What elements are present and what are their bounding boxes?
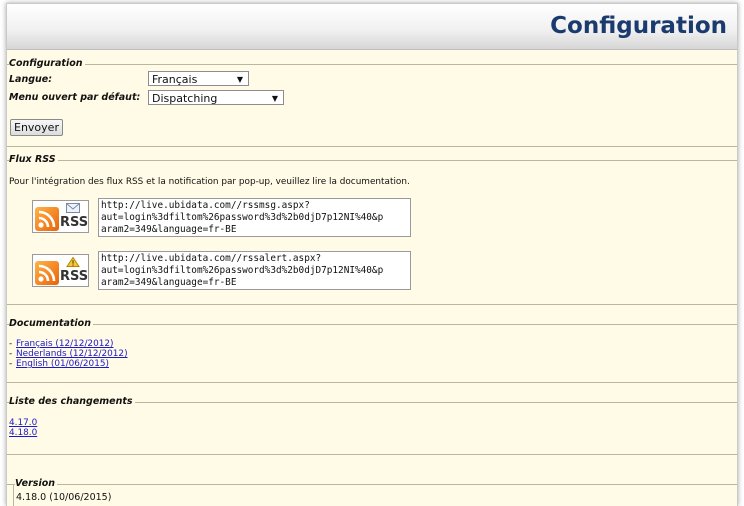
list-bullet: - xyxy=(9,339,13,349)
url-line: aut=login%3dfiltom%26password%3d%2b0djD7… xyxy=(101,265,384,276)
main-panel: Configuration Configuration Langue: Fran… xyxy=(6,3,738,506)
url-line: aram2=349&language=fr-BE xyxy=(101,224,237,235)
doc-top-border xyxy=(7,324,737,325)
language-select-value: Français xyxy=(152,73,198,86)
chevron-down-icon: ▼ xyxy=(271,94,278,103)
rss-message-url-field[interactable]: http://live.ubidata.com//rssmsg.aspx? au… xyxy=(98,198,411,237)
rss-intro: Pour l'intégration des flux RSS et la no… xyxy=(9,177,410,187)
list-bullet: - xyxy=(9,349,13,359)
version-legend: Version xyxy=(15,478,57,489)
changelog-link-4-18-0[interactable]: 4.18.0 xyxy=(9,428,37,438)
url-line: http://live.ubidata.com//rssalert.aspx? xyxy=(101,253,322,264)
url-line: aram2=349&language=fr-BE xyxy=(101,277,237,288)
rss-icon xyxy=(35,261,59,285)
alert-bell-icon xyxy=(66,257,80,267)
doc-link-english[interactable]: English (01/06/2015) xyxy=(16,359,109,369)
config-legend: Configuration xyxy=(9,58,85,69)
menu-select-value: Dispatching xyxy=(152,92,218,105)
page-header: Configuration xyxy=(7,4,737,50)
config-bottom-border xyxy=(7,146,737,147)
doc-link-nederlands[interactable]: Nederlands (12/12/2012) xyxy=(16,349,128,359)
submit-button[interactable]: Envoyer xyxy=(10,119,63,136)
changelog-legend: Liste des changements xyxy=(9,396,135,407)
rss-badge-text: RSS xyxy=(60,215,89,230)
config-top-border xyxy=(7,64,737,65)
url-line: http://live.ubidata.com//rssmsg.aspx? xyxy=(101,200,310,211)
changelog-link-4-17-0[interactable]: 4.17.0 xyxy=(9,418,37,428)
url-line: aut=login%3dfiltom%26password%3d%2b0djD7… xyxy=(101,212,384,223)
version-value: 4.18.0 (10/06/2015) xyxy=(16,492,112,503)
doc-bottom-border xyxy=(7,382,737,383)
menu-select[interactable]: Dispatching ▼ xyxy=(148,90,284,105)
rss-legend: Flux RSS xyxy=(9,154,58,165)
rss-badge-text: RSS xyxy=(60,269,89,284)
rss-bottom-border xyxy=(7,304,737,305)
language-label: Langue: xyxy=(9,74,53,85)
rss-icon xyxy=(35,207,59,231)
changes-bottom-border xyxy=(7,454,737,455)
menu-label: Menu ouvert par défaut: xyxy=(9,92,141,103)
rss-top-border xyxy=(7,160,737,161)
documentation-legend: Documentation xyxy=(9,318,93,329)
rss-message-feed-icon[interactable]: RSS xyxy=(32,200,89,233)
doc-link-francais[interactable]: Français (12/12/2012) xyxy=(16,339,113,349)
list-bullet: - xyxy=(9,359,13,369)
page-title: Configuration xyxy=(550,13,727,39)
envelope-icon xyxy=(66,203,80,213)
rss-alert-url-field[interactable]: http://live.ubidata.com//rssalert.aspx? … xyxy=(98,251,411,290)
version-left-border xyxy=(13,484,14,506)
version-top-border xyxy=(7,484,737,485)
language-select[interactable]: Français ▼ xyxy=(148,71,249,86)
rss-alert-feed-icon[interactable]: RSS xyxy=(32,254,89,287)
chevron-down-icon: ▼ xyxy=(236,75,243,84)
